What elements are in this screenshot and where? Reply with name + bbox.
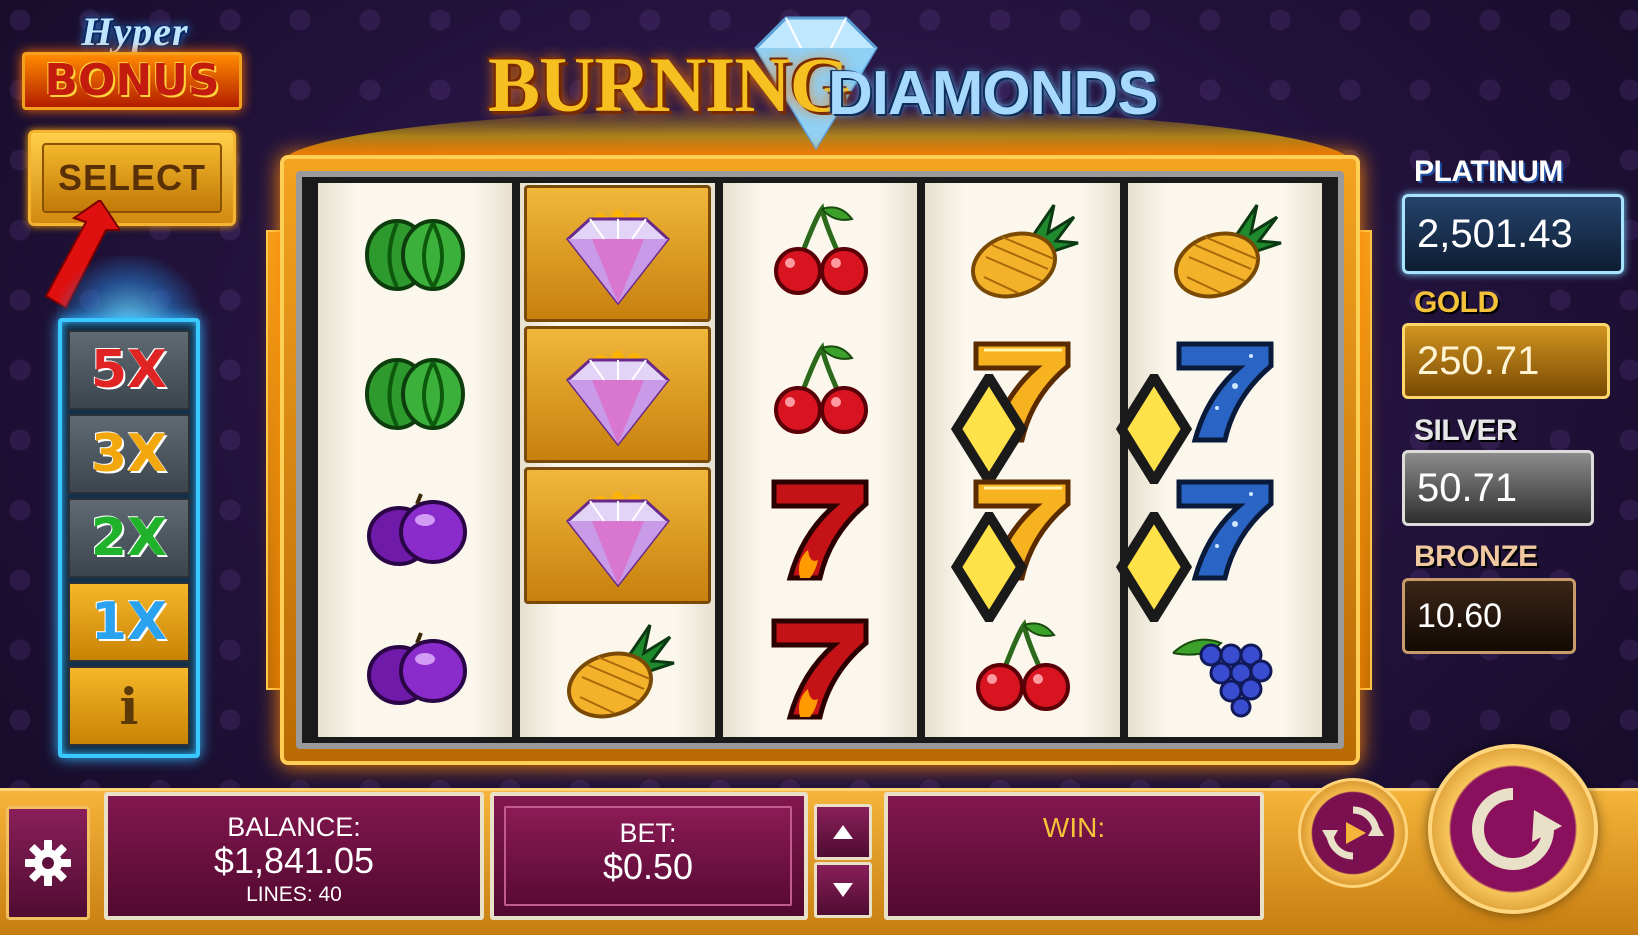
silver-jackpot-label: SILVER (1414, 414, 1518, 447)
symbol-plum (318, 460, 512, 599)
bet-down-button[interactable] (814, 862, 872, 918)
burning-diamond-icon (565, 349, 670, 446)
platinum-jackpot-label: PLATINUM (1414, 155, 1563, 188)
burning-diamond-icon (565, 208, 670, 305)
line-marker-gem-icon (929, 367, 1028, 490)
symbol-grapes (1128, 599, 1322, 738)
blue-seven-icon (1176, 479, 1274, 581)
autoplay-icon (1322, 806, 1384, 860)
lines-label: LINES: 40 (246, 883, 342, 906)
symbol-gold-seven (925, 322, 1192, 490)
reel-frame (280, 155, 1360, 765)
gear-icon (25, 840, 71, 886)
watermelon-icon (365, 219, 466, 292)
symbol-pineapple (1128, 183, 1322, 322)
arrow-up-icon (833, 825, 853, 839)
silver-jackpot-value: 50.71 (1402, 450, 1594, 526)
symbol-blue-seven (1128, 322, 1322, 461)
symbol-blue-seven (1128, 460, 1322, 599)
red-seven-icon (771, 479, 869, 581)
symbol-pineapple (520, 606, 714, 737)
bet-display: BET: $0.50 (504, 806, 792, 906)
pineapple-icon (971, 204, 1079, 299)
multiplier-2x: 2X (68, 498, 190, 578)
multiplier-column: 5X 3X 2X 1X i (58, 318, 200, 758)
cherry-icon (774, 341, 869, 434)
balance-panel: BALANCE: $1,841.05 LINES: 40 (104, 792, 484, 920)
cherry-icon (976, 618, 1071, 711)
burning-diamond-icon (565, 490, 670, 587)
spin-button[interactable] (1428, 744, 1598, 914)
reel-4 (925, 183, 1192, 738)
reel-1 (318, 183, 513, 738)
title-burning: BURNING (488, 41, 850, 128)
multiplier-3x: 3X (68, 414, 190, 494)
multiplier-1x: 1X (68, 582, 190, 662)
symbol-watermelon (318, 183, 512, 322)
grapes-icon (1172, 638, 1273, 718)
cherry-icon (774, 203, 869, 296)
symbol-burning-diamond (524, 326, 711, 463)
symbol-red-seven (723, 460, 917, 599)
line-marker-gem-icon (1094, 367, 1192, 490)
watermelon-icon (365, 357, 466, 430)
symbol-burning-diamond (524, 467, 711, 604)
bonus-text: BONUS (22, 52, 242, 110)
platinum-jackpot-value: 2,501.43 (1402, 194, 1624, 274)
settings-button[interactable] (6, 806, 90, 920)
blue-seven-icon (1176, 341, 1274, 443)
bet-value: $0.50 (602, 846, 694, 887)
info-button[interactable]: i (68, 666, 190, 746)
bet-label: BET: (619, 818, 677, 848)
win-label: WIN: (1042, 812, 1106, 843)
hyper-bonus-logo: Hyper BONUS (18, 8, 246, 110)
reel-3 (722, 183, 918, 738)
arrow-down-icon (833, 883, 853, 897)
symbol-watermelon (318, 322, 512, 461)
symbol-plum (318, 599, 512, 738)
line-marker-gem-icon (929, 506, 1028, 629)
symbol-cherry (723, 322, 917, 461)
blue-flame-decoration (56, 256, 202, 326)
bet-up-button[interactable] (814, 804, 872, 860)
bronze-jackpot-label: BRONZE (1414, 540, 1538, 573)
pineapple-icon (566, 623, 675, 718)
gold-jackpot-value: 250.71 (1402, 323, 1610, 399)
line-marker-gem-icon (1094, 506, 1192, 629)
pineapple-icon (1173, 204, 1282, 299)
plum-icon (367, 493, 468, 567)
balance-value: $1,841.05 (213, 840, 375, 881)
hyper-text: Hyper (81, 9, 189, 54)
win-panel: WIN: (884, 792, 1264, 920)
red-seven-icon (771, 618, 869, 720)
spin-icon (1472, 788, 1562, 870)
symbol-cherry (925, 599, 1119, 738)
balance-label: BALANCE: (227, 812, 361, 842)
reel-5 (1127, 183, 1323, 738)
bronze-jackpot-value: 10.60 (1402, 578, 1576, 654)
gold-jackpot-label: GOLD (1414, 286, 1499, 319)
symbol-gold-seven (925, 460, 1192, 629)
reels-area (296, 171, 1344, 749)
game-title: BURNING DIAMONDS (468, 0, 1168, 170)
multiplier-5x: 5X (68, 330, 190, 410)
symbol-red-seven (723, 599, 917, 738)
symbol-pineapple (925, 183, 1119, 322)
symbol-burning-diamond (524, 185, 711, 322)
autoplay-button[interactable] (1298, 778, 1408, 888)
title-diamonds: DIAMONDS (828, 59, 1159, 128)
reel-2 (520, 183, 715, 737)
bet-panel: BET: $0.50 (490, 792, 808, 920)
symbol-cherry (723, 183, 917, 322)
plum-icon (367, 632, 468, 705)
